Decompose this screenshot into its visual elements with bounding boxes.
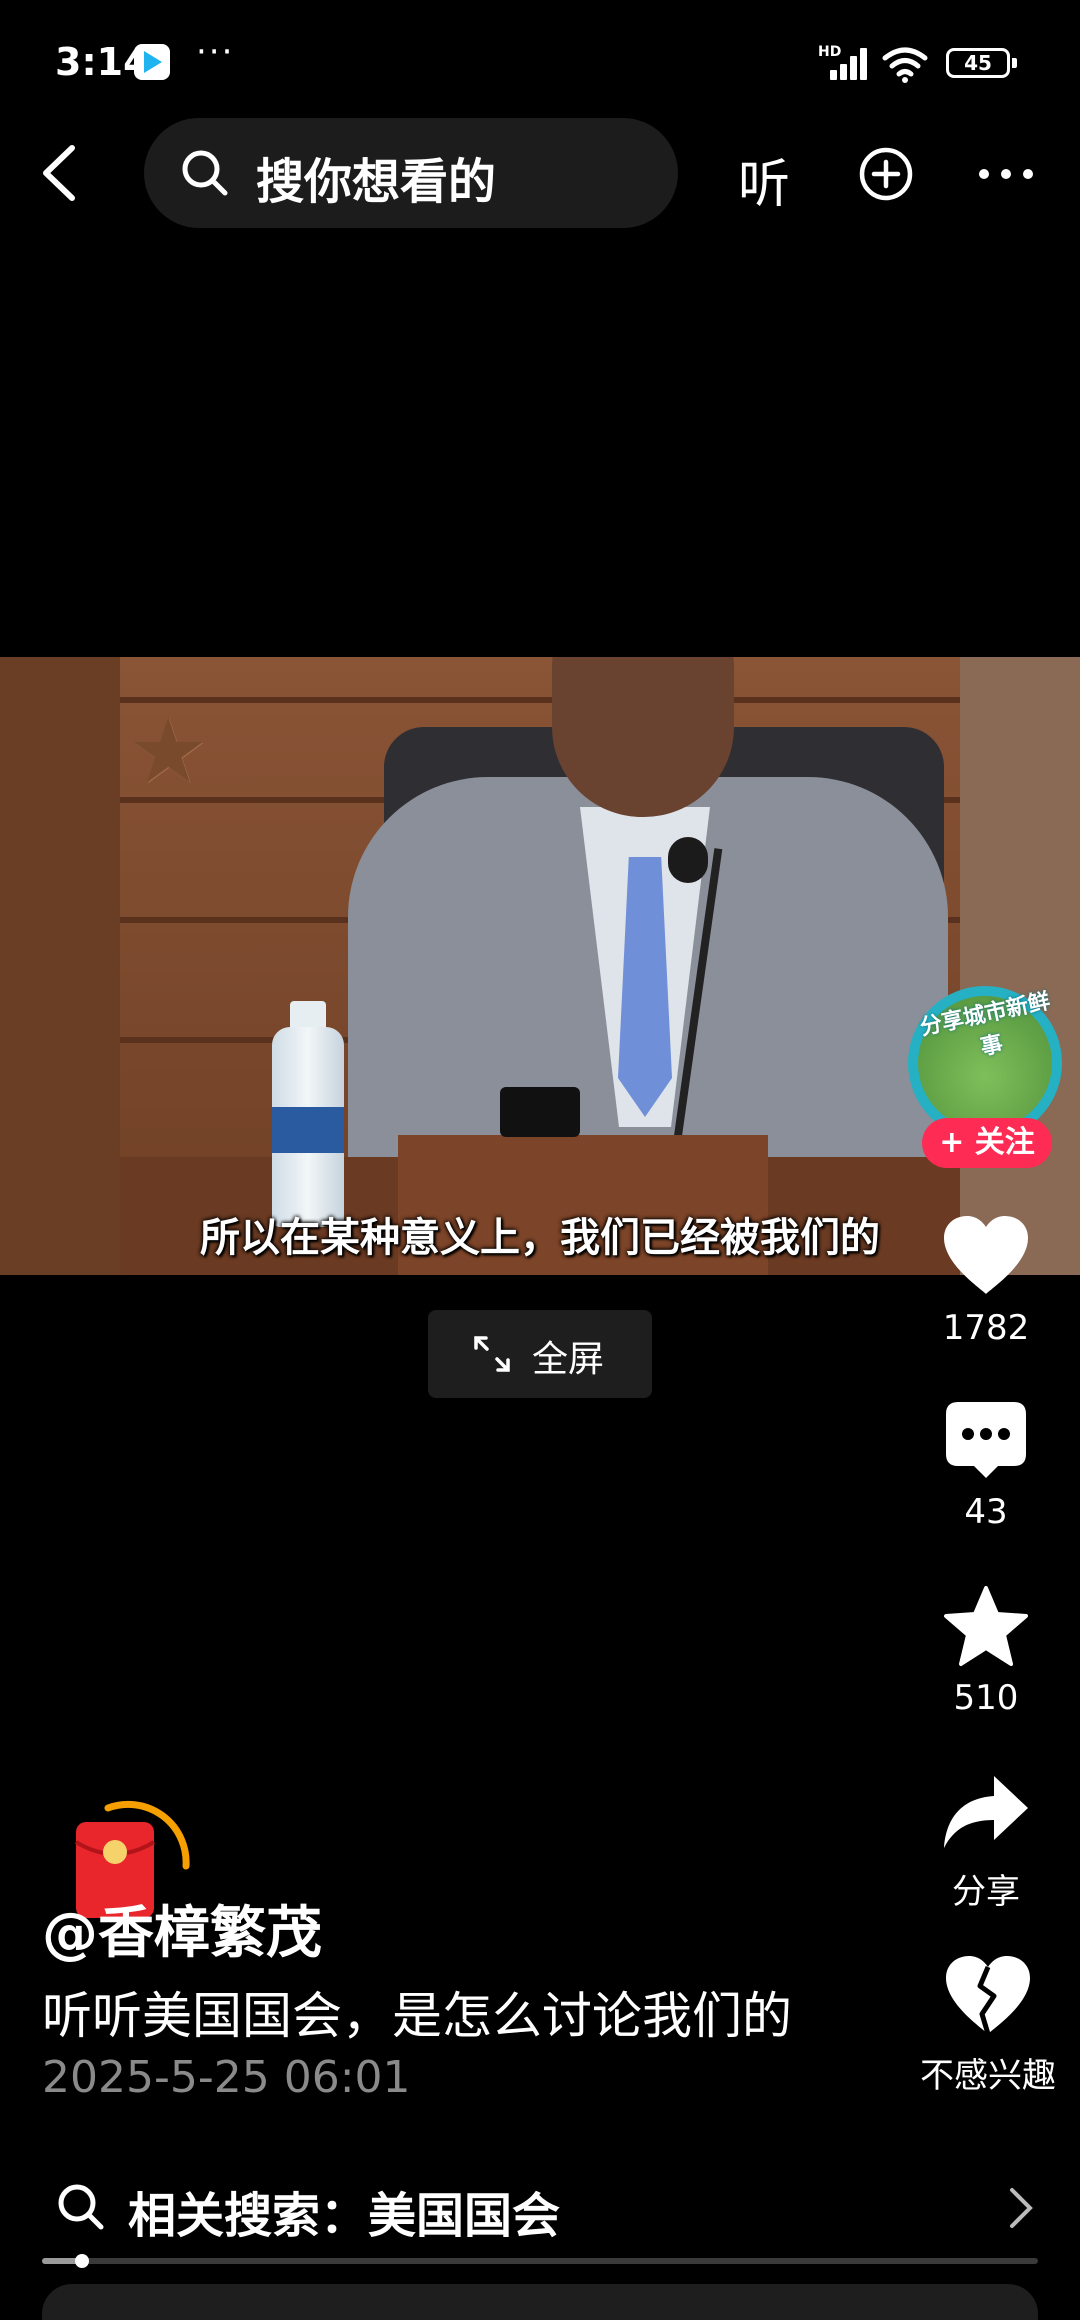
search-icon (182, 150, 228, 196)
fullscreen-button[interactable]: 全屏 (428, 1310, 652, 1398)
share-button[interactable]: 分享 (920, 1770, 1052, 1913)
search-placeholder: 搜你想看的 (256, 154, 497, 210)
video-bg-right (960, 657, 1080, 1275)
phone-on-desk (500, 1087, 580, 1137)
signal-icon (826, 46, 872, 80)
chevron-right-icon (1010, 2188, 1033, 2228)
listen-button[interactable]: 听 (738, 142, 790, 217)
favorite-count: 510 (953, 1678, 1019, 1718)
related-search-label: 相关搜索：美国国会 (128, 2188, 561, 2244)
top-bar: 搜你想看的 听 (0, 118, 1080, 228)
video-progress-bar[interactable] (42, 2254, 1038, 2268)
not-interested-label: 不感兴趣 (920, 2056, 1056, 2096)
star-ornament: ★ (128, 699, 209, 804)
add-icon[interactable] (858, 146, 914, 202)
battery-indicator: 45 (946, 48, 1017, 78)
more-options-icon[interactable] (976, 144, 1036, 204)
fullscreen-label: 全屏 (532, 1339, 605, 1380)
broken-heart-icon (946, 1956, 1030, 2035)
bottle-label (272, 1107, 344, 1153)
share-label: 分享 (952, 1872, 1020, 1912)
comment-count: 43 (964, 1492, 1008, 1532)
comment-preview-card[interactable] (42, 2284, 1038, 2320)
not-interested-button[interactable]: 不感兴趣 (908, 1952, 1068, 2097)
wall-trim (120, 697, 960, 703)
star-icon (944, 1586, 1028, 1666)
back-button[interactable] (30, 140, 90, 206)
video-player[interactable]: ★ 所以在某种意义上，我们已经被我们的 (0, 657, 1080, 1275)
post-description: 听听美国国会，是怎么讨论我们的 (42, 1987, 792, 2045)
follow-button[interactable]: + 关注 (922, 1118, 1052, 1168)
play-store-icon (134, 44, 170, 80)
status-bar: 3:14 ··· HD 45 (0, 0, 1080, 120)
microphone (668, 837, 708, 883)
search-bar[interactable]: 搜你想看的 (144, 118, 678, 228)
comment-button[interactable]: 43 (920, 1398, 1052, 1532)
related-search-bar[interactable]: 相关搜索：美国国会 (0, 2168, 1080, 2248)
wifi-icon (882, 47, 928, 83)
favorite-button[interactable]: 510 (920, 1584, 1052, 1718)
expand-icon (474, 1336, 510, 1372)
search-icon (58, 2184, 104, 2230)
heart-icon (944, 1216, 1028, 1294)
progress-knob[interactable] (74, 2254, 89, 2268)
comment-icon (946, 1402, 1026, 1478)
status-more-dots: ··· (196, 32, 235, 72)
author-name[interactable]: @香樟繁茂 (42, 1888, 322, 1969)
share-arrow-icon (944, 1776, 1028, 1848)
video-bg-left (0, 657, 120, 1275)
video-subtitle: 所以在某种意义上，我们已经被我们的 (200, 1215, 880, 1261)
author-avatar-follow[interactable]: 分享城市新鲜事 + 关注 (904, 986, 1068, 1176)
like-button[interactable]: 1782 (920, 1212, 1052, 1348)
like-count: 1782 (942, 1308, 1030, 1348)
post-date: 2025-5-25 06:01 (42, 2052, 411, 2103)
